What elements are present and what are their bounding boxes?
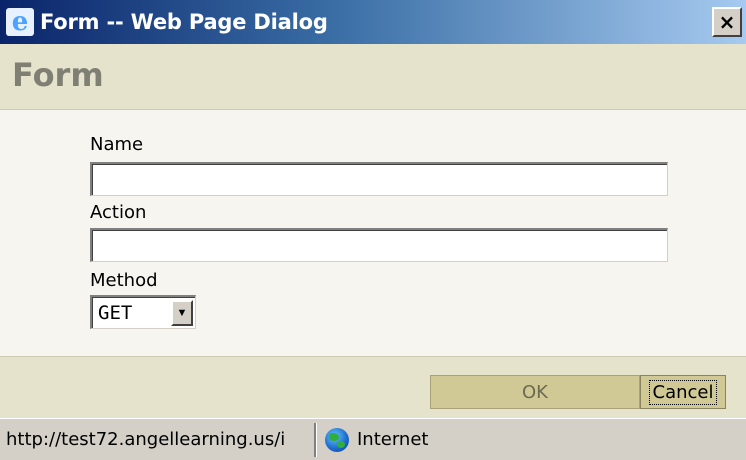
page-title: Form xyxy=(12,56,104,94)
status-bar: http://test72.angellearning.us/i Interne… xyxy=(0,418,746,460)
ok-button-label: OK xyxy=(522,381,548,403)
ok-button[interactable]: OK xyxy=(430,375,640,409)
dialog-footer: OK Cancel xyxy=(0,356,746,418)
method-select-value: GET xyxy=(98,301,133,324)
title-bar[interactable]: e Form -- Web Page Dialog × xyxy=(0,0,746,44)
form-body: Name Action Method GET ▼ xyxy=(0,110,746,356)
ie-icon: e xyxy=(6,7,34,37)
method-label: Method xyxy=(90,270,158,291)
cancel-button[interactable]: Cancel xyxy=(640,375,726,409)
zone-label: Internet xyxy=(357,429,429,450)
action-label: Action xyxy=(90,202,147,223)
name-field[interactable] xyxy=(90,162,668,196)
globe-icon xyxy=(325,427,349,452)
cancel-button-label: Cancel xyxy=(648,379,718,405)
close-button[interactable]: × xyxy=(712,7,742,37)
security-zone: Internet xyxy=(316,422,746,457)
chevron-down-icon[interactable]: ▼ xyxy=(171,299,193,326)
dialog-header: Form xyxy=(0,44,746,110)
window-title: Form -- Web Page Dialog xyxy=(40,10,328,34)
method-select[interactable]: GET ▼ xyxy=(90,295,196,329)
action-field[interactable] xyxy=(90,228,668,262)
status-url: http://test72.angellearning.us/i xyxy=(0,422,316,457)
close-icon: × xyxy=(718,10,736,34)
name-label: Name xyxy=(90,134,144,155)
